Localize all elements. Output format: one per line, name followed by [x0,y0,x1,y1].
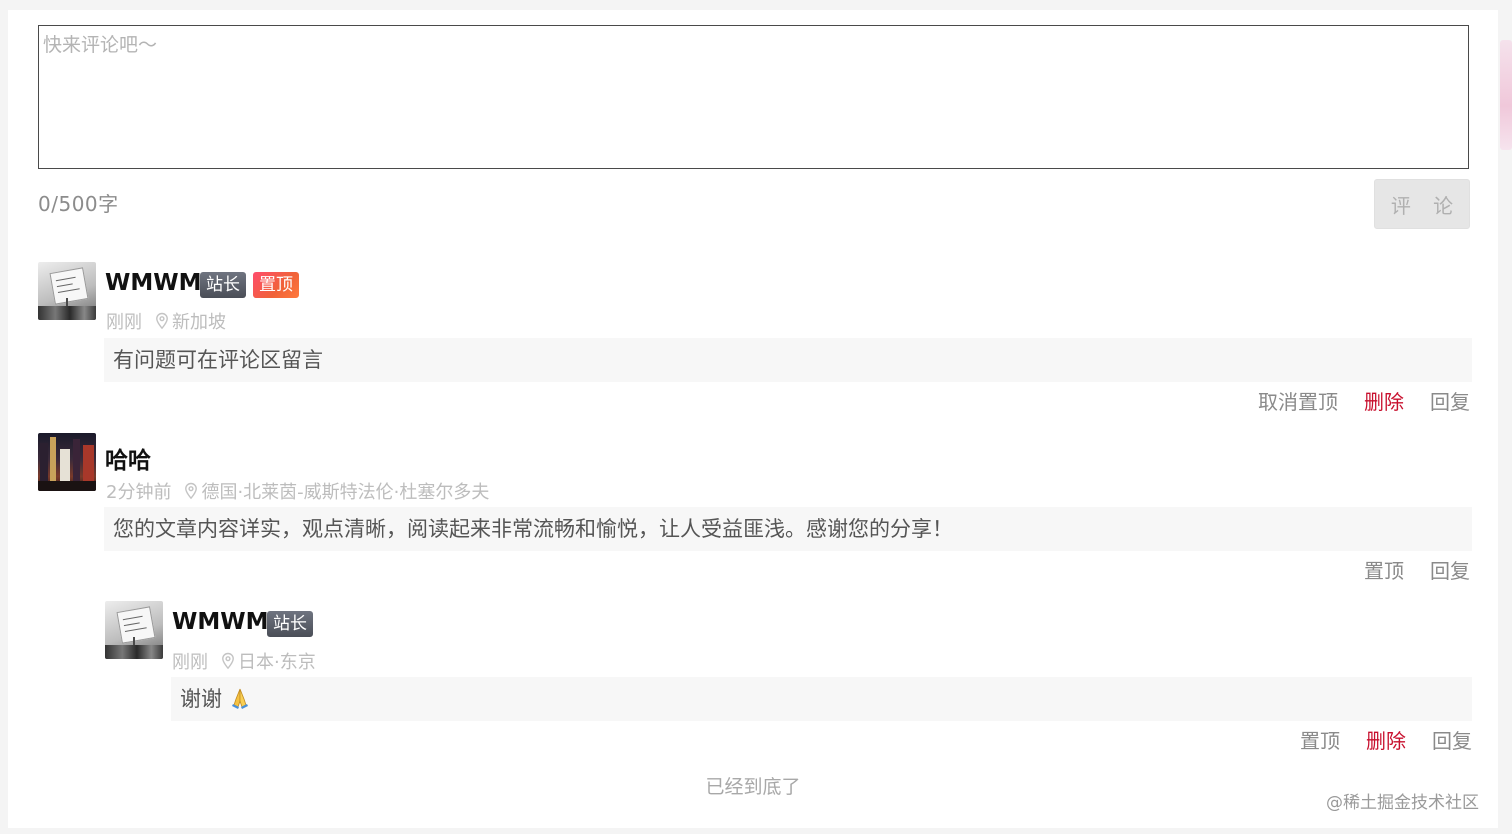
comment-meta: 刚刚 日本·东京 [172,648,316,674]
comment-input[interactable] [38,25,1469,169]
submit-button-label: 评 论 [1390,193,1462,218]
comment-text: 您的文章内容详实，观点清晰，阅读起来非常流畅和愉悦，让人受益匪浅。感谢您的分享！ [104,507,1472,551]
comment-time: 2分钟前 [106,482,172,503]
comment-time: 刚刚 [172,652,208,673]
comment-text: 谢谢 [171,677,1472,721]
sign-card [116,606,156,644]
location-pin-icon [185,482,198,500]
comment-meta: 刚刚 新加坡 [106,308,226,334]
comment-meta: 2分钟前 德国·北莱茵-威斯特法伦·杜塞尔多夫 [106,478,489,504]
reply-item: WMWM 站长 刚刚 日本·东京 谢谢 置顶 删除 回复 [105,601,1472,754]
reply-button[interactable]: 回复 [1432,725,1472,754]
char-counter: 0/500字 [38,192,119,216]
avatar[interactable] [38,262,96,320]
end-of-list-text: 已经到底了 [705,776,801,798]
comment-item: WMWM 站长 置顶 刚刚 新加坡 有问题可在评论区留言 取消置顶 删除 回复 [38,262,1472,415]
pin-button[interactable]: 置顶 [1300,725,1340,754]
location-pin-icon [222,652,234,670]
comment-author[interactable]: WMWM [172,609,269,635]
comment-time: 刚刚 [106,312,142,333]
comment-author[interactable]: 哈哈 [105,441,151,475]
comment-text: 有问题可在评论区留言 [104,338,1472,382]
avatar[interactable] [105,601,163,659]
comment-text-body: 谢谢 [180,687,222,711]
comment-actions: 置顶 删除 回复 [1300,725,1472,754]
submit-comment-button[interactable]: 评 论 [1374,179,1470,229]
comment-author[interactable]: WMWM [105,270,202,296]
comment-item: 哈哈 2分钟前 德国·北莱茵-威斯特法伦·杜塞尔多夫 您的文章内容详实，观点清晰… [38,433,1472,583]
scroll-decoration [1500,40,1512,150]
avatar[interactable] [38,433,96,491]
watermark: @稀土掘金技术社区 [1326,793,1479,813]
delete-button[interactable]: 删除 [1366,725,1406,754]
comment-actions: 置顶 回复 [1364,555,1470,584]
delete-button[interactable]: 删除 [1364,386,1404,415]
sign-card [49,267,89,305]
admin-badge: 站长 [200,272,246,298]
comment-actions: 取消置顶 删除 回复 [1258,386,1470,415]
comment-location: 新加坡 [172,312,226,333]
admin-badge: 站长 [267,611,313,637]
location-pin-icon [156,312,168,330]
reply-button[interactable]: 回复 [1430,386,1470,415]
comment-section: 0/500字 评 论 WMWM 站长 置顶 刚刚 新加坡 有问题可在评论区留言 [8,10,1498,828]
pinned-badge: 置顶 [253,272,299,298]
comment-location: 日本·东京 [238,652,316,673]
reply-button[interactable]: 回复 [1430,555,1470,584]
pin-button[interactable]: 置顶 [1364,555,1404,584]
unpin-button[interactable]: 取消置顶 [1258,386,1338,415]
folded-hands-icon [231,688,248,709]
comment-location: 德国·北莱茵-威斯特法伦·杜塞尔多夫 [201,482,490,503]
